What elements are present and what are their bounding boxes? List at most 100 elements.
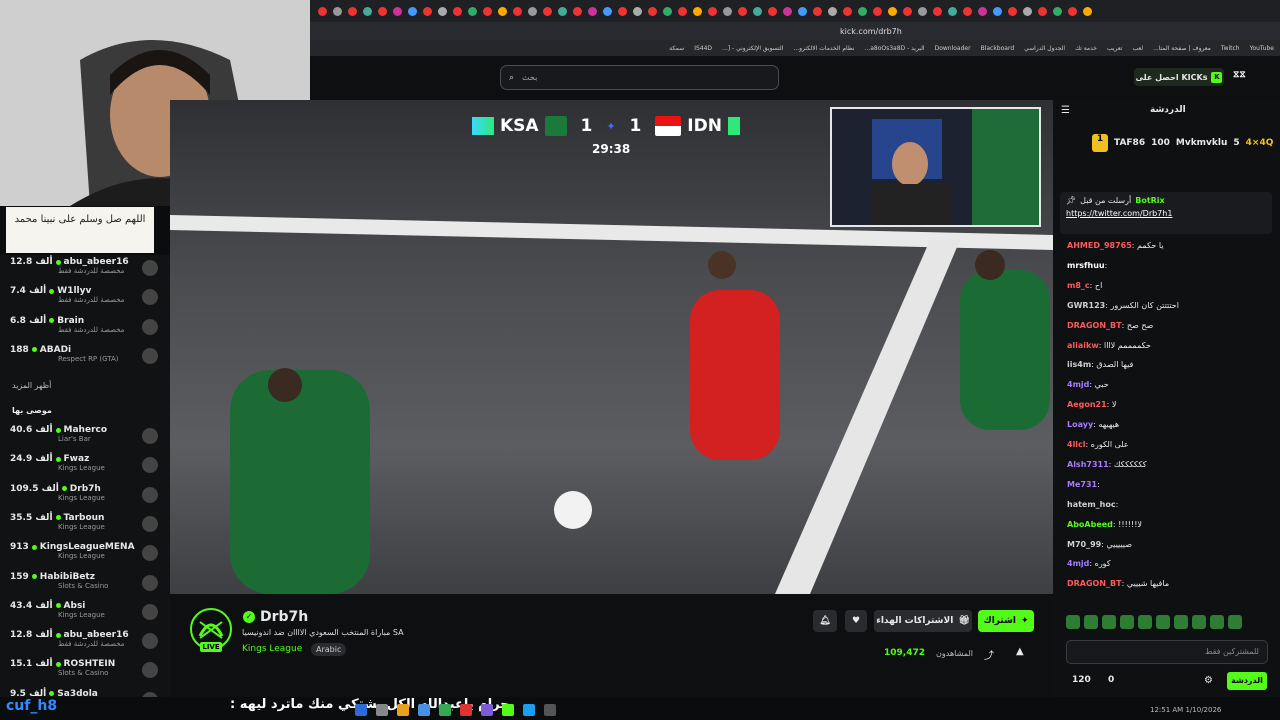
- browser-tab-icon[interactable]: [363, 6, 372, 16]
- chat-message[interactable]: Alsh7311: ككككككك: [1067, 460, 1147, 469]
- browser-tab-icon[interactable]: [573, 6, 582, 16]
- browser-tab-icon[interactable]: [753, 6, 762, 16]
- browser-tab-icon[interactable]: [528, 6, 537, 16]
- browser-tab-icon[interactable]: [678, 6, 687, 16]
- pinned-link[interactable]: https://twitter.com/Drb7h1: [1060, 209, 1272, 218]
- sidebar-channel[interactable]: 6.8 ألف Brain مخصصة للدردشة فقط: [10, 316, 162, 342]
- sidebar-channel[interactable]: 159 HabibiBetz Slots & Casino: [10, 572, 162, 598]
- sidebar-channel[interactable]: 24.9 ألف Fwaz Kings League: [10, 454, 162, 480]
- chat-message[interactable]: hatem_hoc:: [1067, 500, 1118, 509]
- taskbar-icons[interactable]: [355, 703, 795, 717]
- follow-button[interactable]: ♥: [845, 610, 867, 632]
- bookmark-item[interactable]: Downloader: [935, 45, 971, 52]
- chat-message[interactable]: DRAGON_BT: مافيها شيييي: [1067, 579, 1169, 588]
- channel-points[interactable]: 120 0: [1072, 675, 1114, 685]
- chat-username[interactable]: aliaikw: [1067, 341, 1099, 350]
- share-icon[interactable]: ⤴: [984, 647, 994, 662]
- chat-username[interactable]: GWR123: [1067, 301, 1105, 310]
- chat-username[interactable]: 4mjd: [1067, 380, 1089, 389]
- browser-tab-icon[interactable]: [918, 6, 927, 16]
- chat-username[interactable]: 4mjd: [1067, 559, 1089, 568]
- bookmark-item[interactable]: تعريب: [1107, 45, 1122, 52]
- bookmark-item[interactable]: YouTube: [1250, 45, 1274, 52]
- browser-tab-icon[interactable]: [1038, 6, 1047, 16]
- bookmark-item[interactable]: معروف | صفحة المتا...: [1153, 45, 1211, 52]
- chat-username[interactable]: AHMED_98765: [1067, 241, 1132, 250]
- chat-username[interactable]: Me731: [1067, 480, 1097, 489]
- chat-input[interactable]: للمشتركين فقط: [1066, 640, 1268, 664]
- browser-tab-icon[interactable]: [978, 6, 987, 16]
- chat-username[interactable]: Alsh7311: [1067, 460, 1109, 469]
- browser-tab-icon[interactable]: [768, 6, 777, 16]
- kick-logo[interactable]: ⧖⧖: [1233, 70, 1253, 82]
- browser-tab-icon[interactable]: [453, 6, 462, 16]
- report-icon[interactable]: ▲: [1016, 646, 1024, 657]
- chat-username[interactable]: Loayy: [1067, 420, 1093, 429]
- settings-icon[interactable]: ⚙: [1204, 675, 1213, 686]
- browser-tab-icon[interactable]: [633, 6, 642, 16]
- chat-username[interactable]: 4llcl: [1067, 440, 1086, 449]
- browser-tab-icon[interactable]: [648, 6, 657, 16]
- browser-tab-icon[interactable]: [603, 6, 612, 16]
- bookmark-item[interactable]: لعب: [1132, 45, 1143, 52]
- taskbar-icon[interactable]: [376, 704, 388, 716]
- browser-tab-icon[interactable]: [393, 6, 402, 16]
- chrome-icon[interactable]: [439, 704, 451, 716]
- browser-tab-icon[interactable]: [858, 6, 867, 16]
- gift-subs-button[interactable]: الاشتراكات الهداء 🎁︎: [874, 610, 972, 632]
- chat-message[interactable]: AHMED_98765: يا حكمم: [1067, 241, 1164, 250]
- chat-message[interactable]: 4llcl: على الكوره: [1067, 440, 1129, 449]
- sidebar-channel[interactable]: 43.4 ألف Absi Kings League: [10, 601, 162, 627]
- browser-tab-icon[interactable]: [513, 6, 522, 16]
- browser-tab-icon[interactable]: [408, 6, 417, 16]
- bookmark-item[interactable]: البريد - a8oOs3a8D...: [864, 45, 924, 52]
- chat-username[interactable]: iis4m: [1067, 360, 1091, 369]
- sidebar-channel[interactable]: 35.5 ألف Tarboun Kings League: [10, 513, 162, 539]
- bookmark-item[interactable]: التسويق الإلكتروني - [...: [722, 45, 783, 52]
- browser-tab-icon[interactable]: [378, 6, 387, 16]
- taskbar-icon[interactable]: [355, 704, 367, 716]
- pinned-message[interactable]: 📌︎ أرسلت من قبل BotRix https://twitter.c…: [1060, 192, 1272, 234]
- taskbar-icon[interactable]: [460, 704, 472, 716]
- chat-message[interactable]: iis4m: فيها الصدق: [1067, 360, 1133, 369]
- chat-message[interactable]: m8_c: اح: [1067, 281, 1102, 290]
- emote-icon[interactable]: [1228, 615, 1242, 629]
- emote-icon[interactable]: [1156, 615, 1170, 629]
- notifications-button[interactable]: 🔔︎: [813, 610, 837, 632]
- browser-tab-icon[interactable]: [558, 6, 567, 16]
- browser-tab-icon[interactable]: [468, 6, 477, 16]
- emote-icon[interactable]: [1102, 615, 1116, 629]
- emote-icon[interactable]: [1066, 615, 1080, 629]
- browser-tab-icon[interactable]: [618, 6, 627, 16]
- sidebar-channel[interactable]: 40.6 ألف Maherco Liar's Bar: [10, 425, 162, 451]
- sidebar-channel[interactable]: 913 KingsLeagueMENA Kings League: [10, 542, 162, 568]
- browser-tab-icon[interactable]: [723, 6, 732, 16]
- browser-tab-icon[interactable]: [333, 6, 342, 16]
- taskbar-icon[interactable]: [418, 704, 430, 716]
- browser-tab-icon[interactable]: [318, 6, 327, 16]
- stream-category[interactable]: Kings League: [242, 644, 302, 654]
- chat-username[interactable]: Aegon21: [1067, 400, 1107, 409]
- browser-tab-icon[interactable]: [813, 6, 822, 16]
- browser-tab-icon[interactable]: [828, 6, 837, 16]
- chat-username[interactable]: AboAbeed: [1067, 520, 1113, 529]
- browser-tab-icon[interactable]: [948, 6, 957, 16]
- chat-username[interactable]: DRAGON_BT: [1067, 321, 1122, 330]
- chat-send-button[interactable]: الدردشة: [1227, 672, 1267, 690]
- url-text[interactable]: kick.com/drb7h: [840, 27, 902, 36]
- chat-username[interactable]: hatem_hoc: [1067, 500, 1116, 509]
- emote-icon[interactable]: [1120, 615, 1134, 629]
- streamer-name[interactable]: Drb7h: [260, 609, 308, 625]
- chat-username[interactable]: M70_99: [1067, 540, 1101, 549]
- bookmark-item[interactable]: الجدول الدراسي: [1024, 45, 1065, 52]
- browser-tab-icon[interactable]: [798, 6, 807, 16]
- browser-tab-icon[interactable]: [903, 6, 912, 16]
- address-bar[interactable]: kick.com/drb7h: [310, 22, 1280, 40]
- chat-username[interactable]: DRAGON_BT: [1067, 579, 1122, 588]
- taskbar-icon[interactable]: [523, 704, 535, 716]
- chat-message[interactable]: Loayy: هيهيهه: [1067, 420, 1119, 429]
- sidebar-channel[interactable]: 188 ABADi Respect RP (GTA): [10, 345, 162, 371]
- sidebar-channel[interactable]: 12.8 ألف abu_abeer16 مخصصة للدردشة فقط: [10, 257, 162, 283]
- browser-tab-icon[interactable]: [438, 6, 447, 16]
- browser-tab-icon[interactable]: [498, 6, 507, 16]
